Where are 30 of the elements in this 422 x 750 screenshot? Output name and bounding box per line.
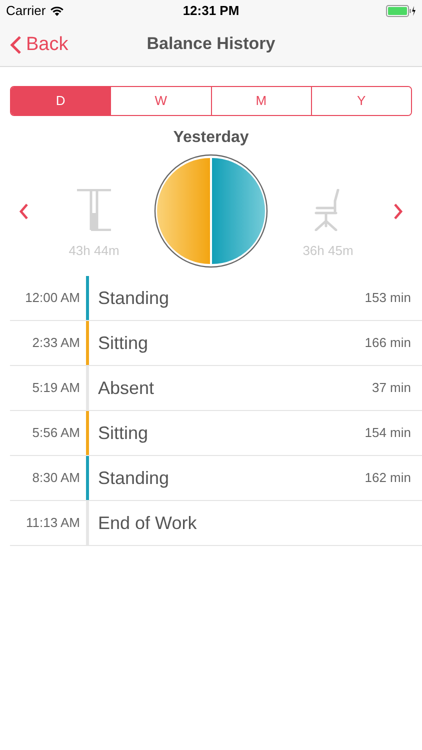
entry-duration: 153 min <box>364 289 412 308</box>
entry-time: 2:33 AM <box>31 334 81 352</box>
chevron-right-icon <box>393 202 403 220</box>
entry-activity: Standing <box>98 286 170 310</box>
entry-time: 5:56 AM <box>31 424 81 442</box>
screen-title: Balance History <box>146 33 276 56</box>
standing-desk-icon <box>77 189 111 232</box>
entry-activity: Standing <box>98 466 170 490</box>
entry-activity: Sitting <box>98 332 150 355</box>
chevron-left-icon <box>10 35 22 56</box>
back-button[interactable]: Back <box>10 31 68 60</box>
battery-icon <box>386 5 416 17</box>
clock: 12:31 PM <box>182 2 240 20</box>
entry-time: 11:13 AM <box>25 514 81 532</box>
period-tab[interactable]: Y <box>310 87 411 115</box>
period-tab[interactable]: D <box>11 87 110 115</box>
entry-time: 5:19 AM <box>31 379 81 398</box>
entry-activity: Absent <box>98 376 156 400</box>
entry-activity: Sitting <box>98 422 150 445</box>
chevron-left-icon <box>19 202 29 220</box>
wifi-icon <box>50 6 64 16</box>
entry-time: 8:30 AM <box>31 469 81 488</box>
carrier-name: Carrier <box>6 2 46 20</box>
entry-activity: End of Work <box>98 512 198 534</box>
entry-time: 12:00 AM <box>24 289 81 308</box>
entry-duration: 37 min <box>372 379 412 398</box>
entry-duration: 154 min <box>364 424 412 442</box>
period-label: Yesterday <box>173 129 249 146</box>
entry-duration: 162 min <box>364 469 412 488</box>
entry-duration: 166 min <box>364 334 412 352</box>
